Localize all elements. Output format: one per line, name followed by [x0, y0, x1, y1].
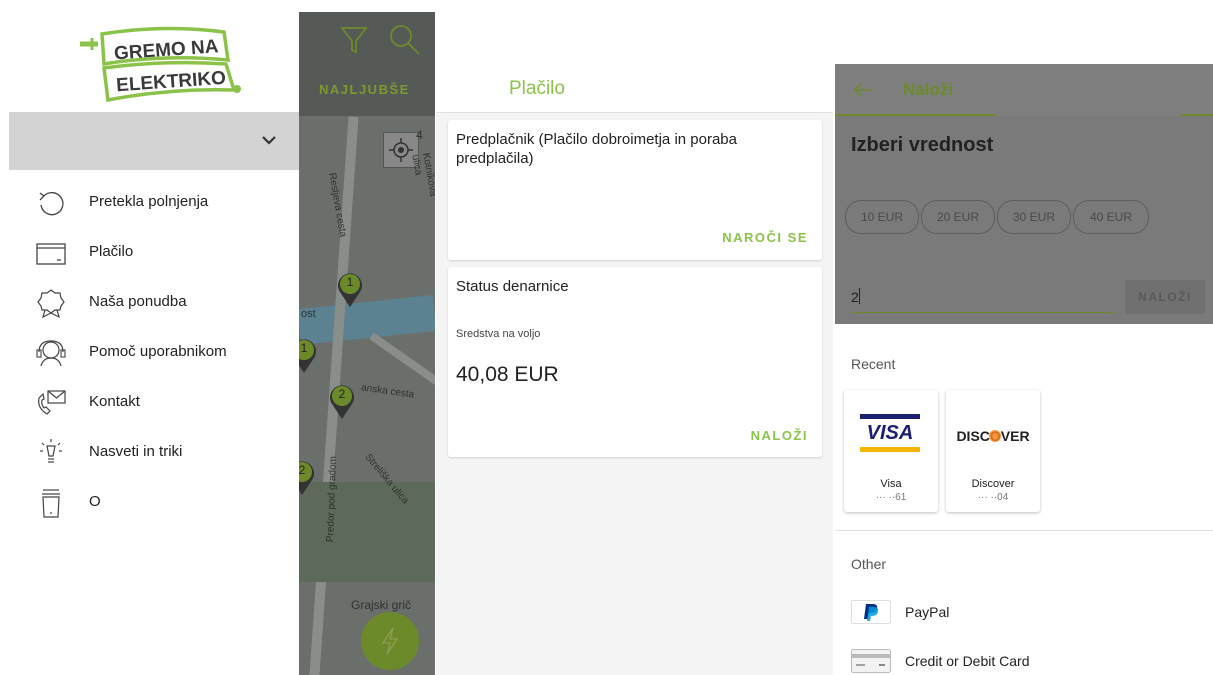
support-icon	[36, 340, 66, 367]
header-underline	[1181, 114, 1213, 116]
menu-item-tips[interactable]: Nasveti in triki	[9, 428, 299, 478]
map-view[interactable]: NAJLJUBŠE 4 Resljeva cesta Kotnikova uli…	[299, 12, 435, 675]
credit-card-icon	[851, 649, 891, 673]
subscribe-button[interactable]: NAROČI SE	[722, 230, 808, 245]
amount-input[interactable]: 2	[851, 288, 1115, 313]
recent-label: Recent	[851, 356, 896, 372]
wallet-icon	[36, 243, 66, 265]
charger-marker[interactable]: 1	[335, 270, 365, 308]
visa-logo: VISA	[866, 422, 914, 444]
marker-count: 1	[300, 341, 308, 355]
street-label: Grajski grič	[351, 598, 412, 612]
charger-marker[interactable]: 2	[327, 382, 357, 420]
navigation-drawer: GREMO NA ELEKTRIKO Pretekla polnjenja Pl…	[9, 12, 299, 675]
charger-marker[interactable]: 2	[299, 458, 317, 496]
amount-chip[interactable]: 20 EUR	[921, 200, 995, 234]
history-icon	[39, 192, 64, 216]
amount-heading: Izberi vrednost	[851, 134, 994, 156]
charge-fab[interactable]	[361, 612, 419, 670]
visa-band-bottom	[860, 447, 920, 452]
street-label: ost	[301, 308, 316, 320]
map-header: NAJLJUBŠE	[299, 12, 435, 116]
menu-label: O	[89, 493, 101, 510]
cup-icon	[42, 489, 60, 518]
amount-chip[interactable]: 30 EUR	[997, 200, 1071, 234]
mail-icon	[38, 390, 66, 415]
card-name: Discover	[971, 478, 1015, 490]
paypal-option[interactable]: PayPal	[835, 592, 1213, 632]
text-cursor	[858, 288, 860, 304]
marker-count: 2	[338, 387, 346, 401]
payment-header: Plačilo	[436, 12, 833, 113]
menu-item-about[interactable]: O	[9, 478, 299, 528]
visa-band-top	[860, 414, 920, 419]
amount-chip[interactable]: 10 EUR	[845, 200, 919, 234]
menu-label: Naša ponudba	[89, 293, 187, 310]
wallet-title: Status denarnice	[456, 278, 569, 295]
card-name: Visa	[880, 478, 902, 490]
marker-count: 1	[346, 275, 354, 289]
card-option[interactable]: Credit or Debit Card	[835, 641, 1213, 675]
menu-item-support[interactable]: Pomoč uporabnikom	[9, 328, 299, 378]
other-label: Other	[851, 556, 887, 572]
discover-dot	[989, 430, 1001, 442]
filter-icon[interactable]	[339, 24, 369, 54]
amount-input-value: 2	[851, 289, 859, 305]
marker-count: 2	[299, 463, 306, 477]
search-icon[interactable]	[387, 22, 421, 56]
balance-label: Sredstva na voljo	[456, 328, 541, 340]
menu-label: Kontakt	[89, 393, 140, 410]
menu-label: Pretekla polnjenja	[89, 193, 209, 210]
charger-marker[interactable]: 1	[299, 336, 319, 374]
compass-label: 4	[416, 128, 423, 142]
amount-chip[interactable]: 40 EUR	[1073, 200, 1149, 234]
lightbulb-icon	[40, 439, 62, 463]
payment-screen: Plačilo Predplačnik (Plačilo dobroimetja…	[436, 12, 833, 675]
topup-button[interactable]: NALOŽI	[751, 428, 808, 443]
page-title: Naloži	[903, 80, 954, 99]
topup-submit-button[interactable]: NALOŽI	[1125, 280, 1205, 314]
balance-value: 40,08 EUR	[456, 363, 559, 386]
card-digits: ··· ··61	[875, 492, 907, 503]
menu-label: Pomoč uporabnikom	[89, 343, 227, 360]
header-underline	[835, 114, 995, 116]
section-divider	[835, 530, 1213, 531]
tab-favorites[interactable]: NAJLJUBŠE	[319, 82, 410, 97]
topup-screen: Naloži Izberi vrednost 10 EUR 20 EUR 30 …	[835, 64, 1213, 675]
page-title: Plačilo	[509, 78, 565, 99]
menu-item-contact[interactable]: Kontakt	[9, 378, 299, 428]
back-arrow-icon[interactable]	[851, 78, 875, 102]
payment-method-label: PayPal	[905, 604, 950, 620]
street-label: anska cesta	[360, 382, 415, 401]
menu-label: Nasveti in triki	[89, 443, 183, 460]
subscription-card: Predplačnik (Plačilo dobroimetja in pora…	[448, 120, 822, 260]
badge-icon	[37, 289, 65, 318]
street-label: Kotnikova ulica	[409, 152, 435, 198]
card-digits: ··· ··04	[977, 492, 1009, 503]
recent-card-visa[interactable]: VISA Visa ··· ··61	[844, 390, 938, 512]
subscription-title: Predplačnik (Plačilo dobroimetja in pora…	[456, 131, 737, 167]
menu-label: Plačilo	[89, 243, 134, 260]
gremo-na-elektriko-logo: GREMO NA ELEKTRIKO	[80, 26, 241, 103]
menu-item-payment[interactable]: Plačilo	[9, 228, 299, 278]
menu-item-offer[interactable]: Naša ponudba	[9, 278, 299, 328]
account-selector[interactable]	[9, 112, 299, 170]
chevron-down-icon	[262, 136, 276, 145]
recent-card-discover[interactable]: DISCOVER Discover ··· ··04	[946, 390, 1040, 512]
lightning-icon	[381, 627, 399, 655]
wallet-card: Status denarnice Sredstva na voljo 40,08…	[448, 267, 822, 457]
topup-header: Naloži	[835, 64, 1213, 116]
payment-method-label: Credit or Debit Card	[905, 653, 1030, 669]
menu-item-history[interactable]: Pretekla polnjenja	[9, 178, 299, 228]
paypal-icon	[851, 600, 891, 624]
